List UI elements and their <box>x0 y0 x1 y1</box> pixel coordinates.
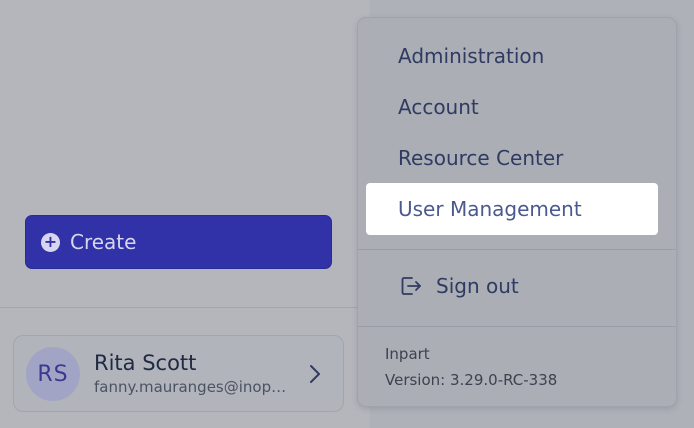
menu-item-user-management[interactable]: User Management <box>366 183 658 235</box>
user-name: Rita Scott <box>94 351 197 375</box>
create-button-label: Create <box>70 230 137 254</box>
chevron-right-icon <box>310 365 320 383</box>
sidebar: + Create RS Rita Scott fanny.mauranges@i… <box>0 0 370 428</box>
menu-divider <box>358 326 676 327</box>
menu-item-resource-center[interactable]: Resource Center <box>398 146 563 170</box>
sign-out-label: Sign out <box>436 274 519 298</box>
sign-out-icon <box>401 277 421 295</box>
menu-divider <box>358 249 676 250</box>
app-version: Version: 3.29.0-RC-338 <box>385 371 558 389</box>
menu-item-administration[interactable]: Administration <box>398 44 544 68</box>
user-menu-dropdown: Administration Account Resource Center U… <box>357 17 677 407</box>
plus-icon: + <box>41 232 60 252</box>
create-button[interactable]: + Create <box>25 215 332 269</box>
user-profile-card[interactable]: RS Rita Scott fanny.mauranges@inopart.co… <box>13 335 344 412</box>
app-name: Inpart <box>385 345 430 363</box>
sidebar-divider <box>0 307 370 308</box>
menu-item-account[interactable]: Account <box>398 95 479 119</box>
sign-out-button[interactable]: Sign out <box>400 274 519 298</box>
avatar: RS <box>26 347 80 401</box>
user-email: fanny.mauranges@inopart.com <box>94 378 292 396</box>
